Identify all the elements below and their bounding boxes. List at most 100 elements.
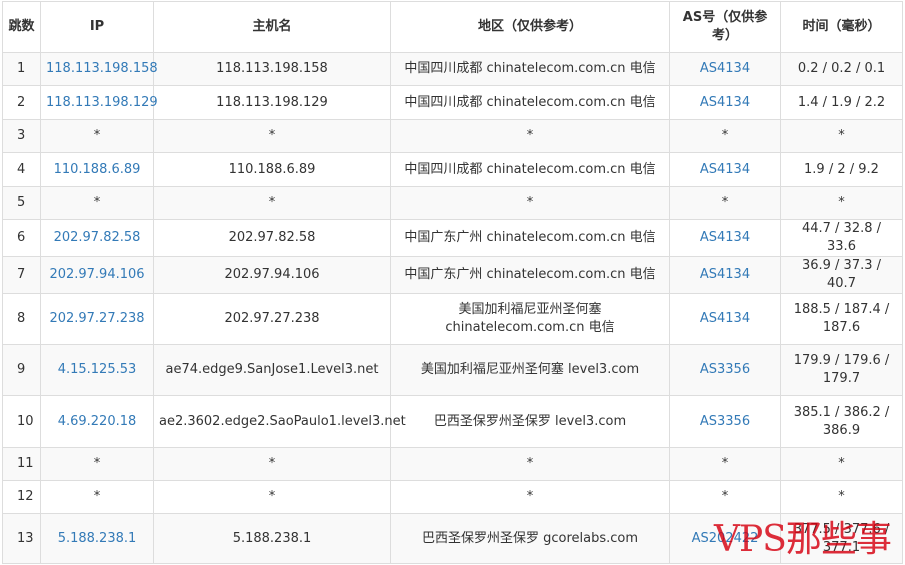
host-cell: ae74.edge9.SanJose1.Level3.net xyxy=(153,344,391,396)
ip-cell: * xyxy=(40,186,154,220)
hop-cell: 11 xyxy=(2,447,41,481)
ip-cell: * xyxy=(40,447,154,481)
host-cell: * xyxy=(153,119,391,153)
ip-cell: * xyxy=(40,119,154,153)
hop-cell: 5 xyxy=(2,186,41,220)
header-hop: 跳数 xyxy=(2,1,41,53)
ip-cell[interactable]: 110.188.6.89 xyxy=(40,152,154,187)
region-cell: 中国广东广州 chinatelecom.com.cn 电信 xyxy=(390,256,670,294)
table-header-row: 跳数 IP 主机名 地区（仅供参考） AS号（仅供参考） 时间（毫秒） xyxy=(2,1,903,53)
asn-cell[interactable]: AS4134 xyxy=(669,256,781,294)
asn-link[interactable]: AS3356 xyxy=(700,362,750,377)
region-cell: 中国四川成都 chinatelecom.com.cn 电信 xyxy=(390,85,670,120)
asn-cell[interactable]: AS4134 xyxy=(669,52,781,86)
time-cell: * xyxy=(780,186,903,220)
asn-cell[interactable]: AS4134 xyxy=(669,85,781,120)
table-row: 2 118.113.198.129 118.113.198.129 中国四川成都 ch… xyxy=(2,85,903,120)
hop-cell: 4 xyxy=(2,152,41,187)
region-cell: 美国加利福尼亚州圣何塞 level3.com xyxy=(390,344,670,396)
ip-link[interactable]: 4.15.125.53 xyxy=(58,362,137,377)
table-row: 4 110.188.6.89 110.188.6.89 中国四川成都 chinatel… xyxy=(2,152,903,187)
ip-cell[interactable]: 202.97.82.58 xyxy=(40,219,154,257)
host-cell: 118.113.198.158 xyxy=(153,52,391,86)
ip-cell[interactable]: 118.113.198.158 xyxy=(40,52,158,86)
time-cell: * xyxy=(780,119,903,153)
time-cell: 36.9 / 37.3 / 40.7 xyxy=(780,256,903,294)
host-cell: * xyxy=(153,447,391,481)
time-cell: 385.1 / 386.2 / 386.9 xyxy=(780,395,903,448)
header-time: 时间（毫秒） xyxy=(780,1,903,53)
asn-cell: * xyxy=(669,447,781,481)
asn-link[interactable]: AS4134 xyxy=(700,311,750,326)
time-cell: 44.7 / 32.8 / 33.6 xyxy=(780,219,903,257)
asn-cell[interactable]: AS4134 xyxy=(669,293,781,345)
ip-cell[interactable]: 4.69.220.18 xyxy=(40,395,154,448)
hop-cell: 8 xyxy=(2,293,41,345)
hop-cell: 3 xyxy=(2,119,41,153)
ip-link[interactable]: 5.188.238.1 xyxy=(58,531,137,546)
ip-link[interactable]: 202.97.82.58 xyxy=(54,230,141,245)
ip-cell[interactable]: 202.97.27.238 xyxy=(40,293,154,345)
asn-cell: * xyxy=(669,119,781,153)
watermark-logo: VPS那些事 xyxy=(714,519,892,560)
asn-link[interactable]: AS4134 xyxy=(700,230,750,245)
region-cell: * xyxy=(390,480,670,514)
table-row: 3 * * * * * xyxy=(2,119,903,153)
hop-cell: 7 xyxy=(2,256,41,294)
ip-link[interactable]: 4.69.220.18 xyxy=(58,414,137,429)
header-region: 地区（仅供参考） xyxy=(390,1,670,53)
asn-link[interactable]: AS4134 xyxy=(700,267,750,282)
hop-cell: 9 xyxy=(2,344,41,396)
asn-cell: * xyxy=(669,480,781,514)
traceroute-table: 跳数 IP 主机名 地区（仅供参考） AS号（仅供参考） 时间（毫秒） 1 118… xyxy=(2,1,903,564)
hop-cell: 1 xyxy=(2,52,41,86)
region-cell: 中国四川成都 chinatelecom.com.cn 电信 xyxy=(390,52,670,86)
region-cell: * xyxy=(390,447,670,481)
time-cell: 0.2 / 0.2 / 0.1 xyxy=(780,52,903,86)
header-ip: IP xyxy=(40,1,154,53)
asn-link[interactable]: AS3356 xyxy=(700,414,750,429)
table-row: 8 202.97.27.238 202.97.27.238 美国加利福尼亚州圣何塞 c… xyxy=(2,293,903,345)
host-cell: 202.97.27.238 xyxy=(153,293,391,345)
asn-link[interactable]: AS4134 xyxy=(700,162,750,177)
table-row: 1 118.113.198.158 118.113.198.158 中国四川成都 ch… xyxy=(2,52,903,86)
asn-link[interactable]: AS4134 xyxy=(700,61,750,76)
host-cell: 110.188.6.89 xyxy=(153,152,391,187)
table-row: 12 * * * * * xyxy=(2,480,903,514)
hop-cell: 6 xyxy=(2,219,41,257)
ip-link[interactable]: 118.113.198.158 xyxy=(46,61,158,76)
table-row: 6 202.97.82.58 202.97.82.58 中国广东广州 chinatel… xyxy=(2,219,903,257)
asn-cell[interactable]: AS4134 xyxy=(669,152,781,187)
hop-cell: 13 xyxy=(2,513,41,564)
asn-cell[interactable]: AS3356 xyxy=(669,395,781,448)
ip-cell[interactable]: 5.188.238.1 xyxy=(40,513,154,564)
asn-cell[interactable]: AS4134 xyxy=(669,219,781,257)
region-cell: 巴西圣保罗州圣保罗 level3.com xyxy=(390,395,670,448)
hop-cell: 12 xyxy=(2,480,41,514)
host-cell: * xyxy=(153,186,391,220)
ip-link[interactable]: 202.97.27.238 xyxy=(49,311,144,326)
ip-cell[interactable]: 4.15.125.53 xyxy=(40,344,154,396)
header-host: 主机名 xyxy=(153,1,391,53)
time-cell: 188.5 / 187.4 / 187.6 xyxy=(780,293,903,345)
time-cell: 179.9 / 179.6 / 179.7 xyxy=(780,344,903,396)
time-cell: 1.9 / 2 / 9.2 xyxy=(780,152,903,187)
host-cell: ae2.3602.edge2.SaoPaulo1.level3.net xyxy=(153,395,406,448)
ip-cell[interactable]: 202.97.94.106 xyxy=(40,256,154,294)
table-row: 9 4.15.125.53 ae74.edge9.SanJose1.Level3.n… xyxy=(2,344,903,396)
ip-link[interactable]: 202.97.94.106 xyxy=(49,267,144,282)
ip-cell[interactable]: 118.113.198.129 xyxy=(40,85,158,120)
table-row: 7 202.97.94.106 202.97.94.106 中国广东广州 chinat… xyxy=(2,256,903,294)
region-cell: 中国四川成都 chinatelecom.com.cn 电信 xyxy=(390,152,670,187)
host-cell: 118.113.198.129 xyxy=(153,85,391,120)
host-cell: * xyxy=(153,480,391,514)
asn-cell[interactable]: AS3356 xyxy=(669,344,781,396)
table-row: 11 * * * * * xyxy=(2,447,903,481)
ip-link[interactable]: 110.188.6.89 xyxy=(54,162,141,177)
asn-link[interactable]: AS4134 xyxy=(700,95,750,110)
region-cell: 中国广东广州 chinatelecom.com.cn 电信 xyxy=(390,219,670,257)
host-cell: 5.188.238.1 xyxy=(153,513,391,564)
hop-cell: 2 xyxy=(2,85,41,120)
time-cell: 1.4 / 1.9 / 2.2 xyxy=(780,85,903,120)
ip-link[interactable]: 118.113.198.129 xyxy=(46,95,158,110)
